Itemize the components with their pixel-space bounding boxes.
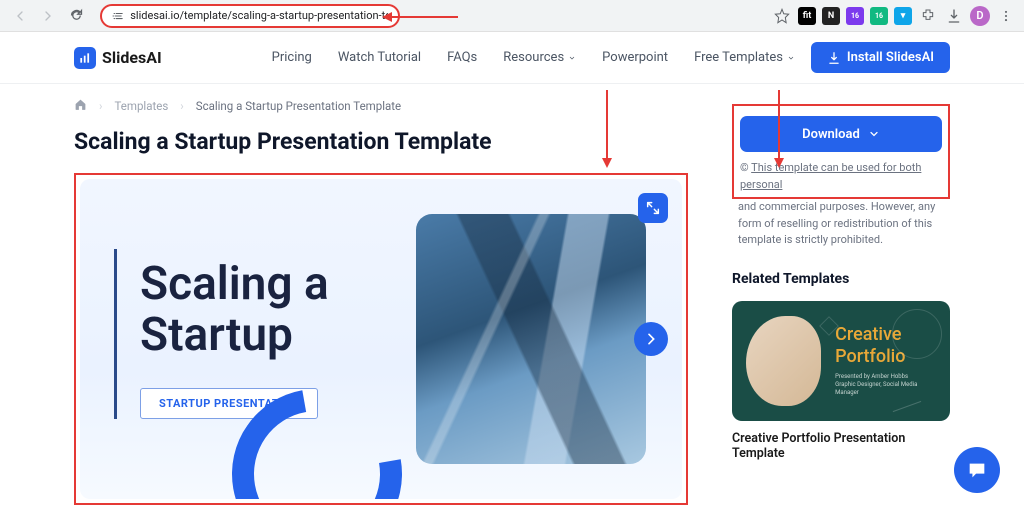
logo[interactable]: SlidesAI	[74, 47, 162, 69]
nav-pricing[interactable]: Pricing	[272, 50, 312, 65]
breadcrumb-home[interactable]	[74, 98, 87, 114]
chevron-down-icon	[568, 54, 576, 62]
related-caption: Creative Portfolio Presentation Template	[732, 431, 950, 461]
extension-icon[interactable]: ▾	[894, 7, 912, 25]
url-text: slidesai.io/template/scaling-a-startup-p…	[130, 9, 388, 22]
template-preview: Scaling aStartup STARTUP PRESENTATION	[80, 179, 682, 499]
breadcrumb-separator: ›	[99, 99, 102, 113]
extension-icon[interactable]: fit	[798, 7, 816, 25]
related-heading: Related Templates	[732, 271, 950, 287]
site-settings-icon	[112, 9, 124, 23]
extension-icon[interactable]: N	[822, 7, 840, 25]
slide-title: Scaling aStartup	[140, 259, 416, 360]
address-bar[interactable]: slidesai.io/template/scaling-a-startup-p…	[100, 4, 400, 28]
star-icon[interactable]	[772, 6, 792, 26]
extension-icon[interactable]: 16	[870, 7, 888, 25]
reload-button[interactable]	[64, 4, 88, 28]
download-icon	[827, 51, 841, 65]
related-subtitle: Presented by Amber HobbsGraphic Designer…	[835, 373, 936, 396]
kebab-menu-icon[interactable]	[996, 6, 1016, 26]
download-button[interactable]: Download	[740, 116, 942, 152]
install-button[interactable]: Install SlidesAI	[811, 42, 950, 73]
breadcrumb-current: Scaling a Startup Presentation Template	[196, 99, 401, 113]
breadcrumb-separator: ›	[180, 99, 183, 113]
expand-icon	[645, 200, 661, 216]
nav-free-templates[interactable]: Free Templates	[694, 50, 795, 65]
back-button[interactable]	[8, 4, 32, 28]
logo-text: SlidesAI	[102, 48, 162, 67]
license-text-cont: and commercial purposes. However, any fo…	[732, 199, 950, 249]
browser-toolbar: slidesai.io/template/scaling-a-startup-p…	[0, 0, 1024, 32]
expand-button[interactable]	[638, 193, 668, 223]
extensions-icon[interactable]	[918, 6, 938, 26]
license-text: © This template can be used for both per…	[740, 160, 942, 193]
forward-button[interactable]	[36, 4, 60, 28]
next-slide-button[interactable]	[634, 322, 668, 356]
site-header: SlidesAI Pricing Watch Tutorial FAQs Res…	[0, 32, 1024, 84]
related-template-card[interactable]: CreativePortfolio Presented by Amber Hob…	[732, 301, 950, 421]
profile-avatar[interactable]: D	[970, 6, 990, 26]
nav-powerpoint[interactable]: Powerpoint	[602, 50, 668, 65]
annotation-box-download: Download © This template can be used for…	[732, 104, 950, 199]
breadcrumb-templates[interactable]: Templates	[114, 99, 168, 113]
download-icon[interactable]	[944, 6, 964, 26]
chat-button[interactable]	[954, 447, 1000, 493]
page-title: Scaling a Startup Presentation Template	[74, 128, 688, 155]
logo-icon	[74, 47, 96, 69]
nav-tutorial[interactable]: Watch Tutorial	[338, 50, 421, 65]
related-thumbnail	[746, 316, 821, 406]
annotation-box-preview: Scaling aStartup STARTUP PRESENTATION	[74, 173, 688, 505]
home-icon	[74, 98, 87, 111]
chevron-down-icon	[787, 54, 795, 62]
slide-image	[416, 214, 646, 464]
chevron-down-icon	[868, 128, 880, 140]
breadcrumb: › Templates › Scaling a Startup Presenta…	[74, 98, 688, 114]
decorative-bar	[114, 249, 117, 419]
chat-icon	[966, 459, 988, 481]
chevron-right-icon	[643, 331, 659, 347]
extension-icon[interactable]: 16	[846, 7, 864, 25]
nav-resources[interactable]: Resources	[503, 50, 576, 65]
nav-faqs[interactable]: FAQs	[447, 50, 477, 65]
main-nav: Pricing Watch Tutorial FAQs Resources Po…	[272, 50, 795, 65]
